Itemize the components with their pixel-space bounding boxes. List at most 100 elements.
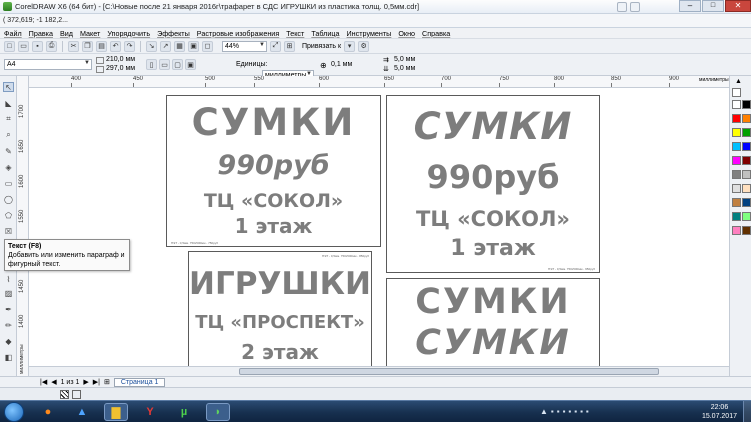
new-document-icon[interactable]: □ [4,40,15,52]
snap-options-icon[interactable]: ▾ [344,40,356,52]
paste-icon[interactable]: ▤ [96,40,107,52]
color-swatch[interactable] [742,170,751,179]
color-swatch[interactable] [732,170,741,179]
nudge-field[interactable]: 0,1 мм [331,61,352,68]
color-swatch[interactable] [732,198,741,207]
menu-window[interactable]: Окно [398,29,415,38]
color-swatch[interactable] [732,114,741,123]
crop-tool-icon[interactable]: ⌗ [3,114,14,124]
shape-tool-icon[interactable]: ◣ [3,98,14,108]
welcome-screen-icon[interactable]: ◻ [202,40,213,52]
menu-edit[interactable]: Правка [29,29,53,38]
tab-page-1[interactable]: Страница 1 [113,377,166,387]
menu-text[interactable]: Текст [286,29,304,38]
connector-tool-icon[interactable]: ⌇ [3,274,14,284]
zoom-page-icon[interactable]: ⊞ [284,40,295,52]
yandex-browser-icon[interactable]: Y [138,403,162,421]
duplicate-x-field[interactable]: 5,0 мм [394,56,415,63]
next-page-icon[interactable]: ▶ [83,378,88,386]
add-page-icon[interactable]: ⊞ [104,378,110,386]
undo-icon[interactable]: ↶ [110,40,121,52]
menu-help[interactable]: Справка [422,29,450,38]
color-swatch[interactable] [732,226,741,235]
page-height-field[interactable]: 297,0 мм [106,65,135,72]
blend-tool-icon[interactable]: ▨ [3,288,14,298]
horizontal-ruler[interactable]: 400 450 500 550 600 650 700 750 800 850 … [29,76,729,88]
stencil-sumki-sokol-1[interactable]: СУМКИ 990руб ТЦ «СОКОЛ» 1 этаж ПЭТ - 0,5… [166,95,381,247]
open-folder-icon[interactable]: ▭ [18,40,29,52]
landscape-icon[interactable]: ▭ [159,59,170,70]
stencil-sumki-sokol-2[interactable]: СУМКИ 990руб ТЦ «СОКОЛ» 1 этаж ПЭТ - 0,5… [386,95,600,273]
page-width-field[interactable]: 210,0 мм [106,56,135,63]
eyedropper-tool-icon[interactable]: ✒ [3,304,14,314]
current-page-icon[interactable]: ▣ [185,59,196,70]
polygon-tool-icon[interactable]: ⬠ [3,210,14,220]
color-swatch[interactable] [742,100,751,109]
firefox-icon[interactable]: ● [36,403,60,421]
menu-tools[interactable]: Инструменты [347,29,392,38]
color-swatch[interactable] [742,142,751,151]
export-icon[interactable]: ↗ [160,40,171,52]
color-swatch[interactable] [742,226,751,235]
menu-layout[interactable]: Макет [80,29,100,38]
fill-indicator-icon[interactable] [60,390,69,399]
show-desktop-button[interactable] [743,401,751,422]
pick-tool-icon[interactable]: ↖ [3,82,14,92]
publish-pdf-icon[interactable]: ▦ [174,40,185,52]
app-launcher-icon[interactable]: ▣ [188,40,199,52]
options-icon[interactable]: ⚙ [358,40,370,52]
color-swatch[interactable] [742,198,751,207]
portrait-icon[interactable]: ▯ [146,59,157,70]
menu-bitmaps[interactable]: Растровые изображения [197,29,279,38]
color-swatch[interactable] [732,128,741,137]
outline-indicator-icon[interactable] [72,390,81,399]
zoom-combo[interactable]: 44% ▼ [222,40,267,52]
close-button[interactable]: ✕ [725,0,751,12]
start-button[interactable] [4,402,24,422]
basic-shapes-tool-icon[interactable]: ☒ [3,226,14,236]
utorrent-icon[interactable]: µ [172,403,196,421]
save-icon[interactable]: ▪ [32,40,43,52]
smart-fill-tool-icon[interactable]: ◈ [3,162,14,172]
drawing-canvas[interactable]: СУМКИ 990руб ТЦ «СОКОЛ» 1 этаж ПЭТ - 0,5… [29,88,729,376]
color-swatch[interactable] [742,128,751,137]
color-swatch[interactable] [742,156,751,165]
snap-to-dropdown[interactable]: Привязать к [302,43,341,50]
page-size-combo[interactable]: A4 ▼ [4,59,92,70]
stencil-sumki-double[interactable]: СУМКИ СУМКИ [386,278,600,374]
vertical-ruler[interactable]: 1700 1650 1600 1550 1500 1450 1400 милли… [17,76,29,376]
fill-tool-icon[interactable]: ◆ [3,336,14,346]
bucket-icon[interactable] [617,2,627,12]
menu-view[interactable]: Вид [60,29,73,38]
zoom-tool-icon[interactable]: ⌕ [3,130,14,140]
freehand-tool-icon[interactable]: ✎ [3,146,14,156]
all-pages-icon[interactable]: ▢ [172,59,183,70]
scroll-thumb[interactable] [239,368,659,375]
no-color-swatch[interactable] [732,88,741,97]
print-icon[interactable]: ⎙ [46,40,57,52]
tray-icons[interactable]: ▲▪▪▪▪▪▪▪ [540,407,592,416]
rectangle-tool-icon[interactable]: ▭ [3,178,14,188]
maximize-button[interactable]: □ [702,0,724,12]
interactive-fill-tool-icon[interactable]: ◧ [3,352,14,362]
copy-icon[interactable]: ❐ [82,40,93,52]
palette-scroll-up-icon[interactable]: ▲ [735,78,742,85]
outline-tool-icon[interactable]: ✏ [3,320,14,330]
color-swatch[interactable] [732,184,741,193]
color-swatch[interactable] [742,114,751,123]
full-screen-icon[interactable]: ⤢ [270,40,281,52]
menu-file[interactable]: Файл [4,29,22,38]
stencil-igrushki-prospekt[interactable]: ИГРУШКИ ТЦ «ПРОСПЕКТ» 2 этаж ПЭТ - 0,5мм… [188,251,372,371]
redo-icon[interactable]: ↷ [124,40,135,52]
color-swatch[interactable] [732,100,741,109]
color-swatch[interactable] [742,184,751,193]
color-swatch[interactable] [742,212,751,221]
import-icon[interactable]: ↘ [146,40,157,52]
menu-arrange[interactable]: Упорядочить [107,29,150,38]
prev-page-icon[interactable]: ◀ [51,378,56,386]
menu-effects[interactable]: Эффекты [157,29,190,38]
horizontal-scrollbar[interactable] [29,366,729,376]
corel-capture-icon[interactable]: ▲ [70,403,94,421]
minimize-button[interactable]: – [679,0,701,12]
coreldraw-taskbar-icon[interactable]: ◗ [206,403,230,421]
